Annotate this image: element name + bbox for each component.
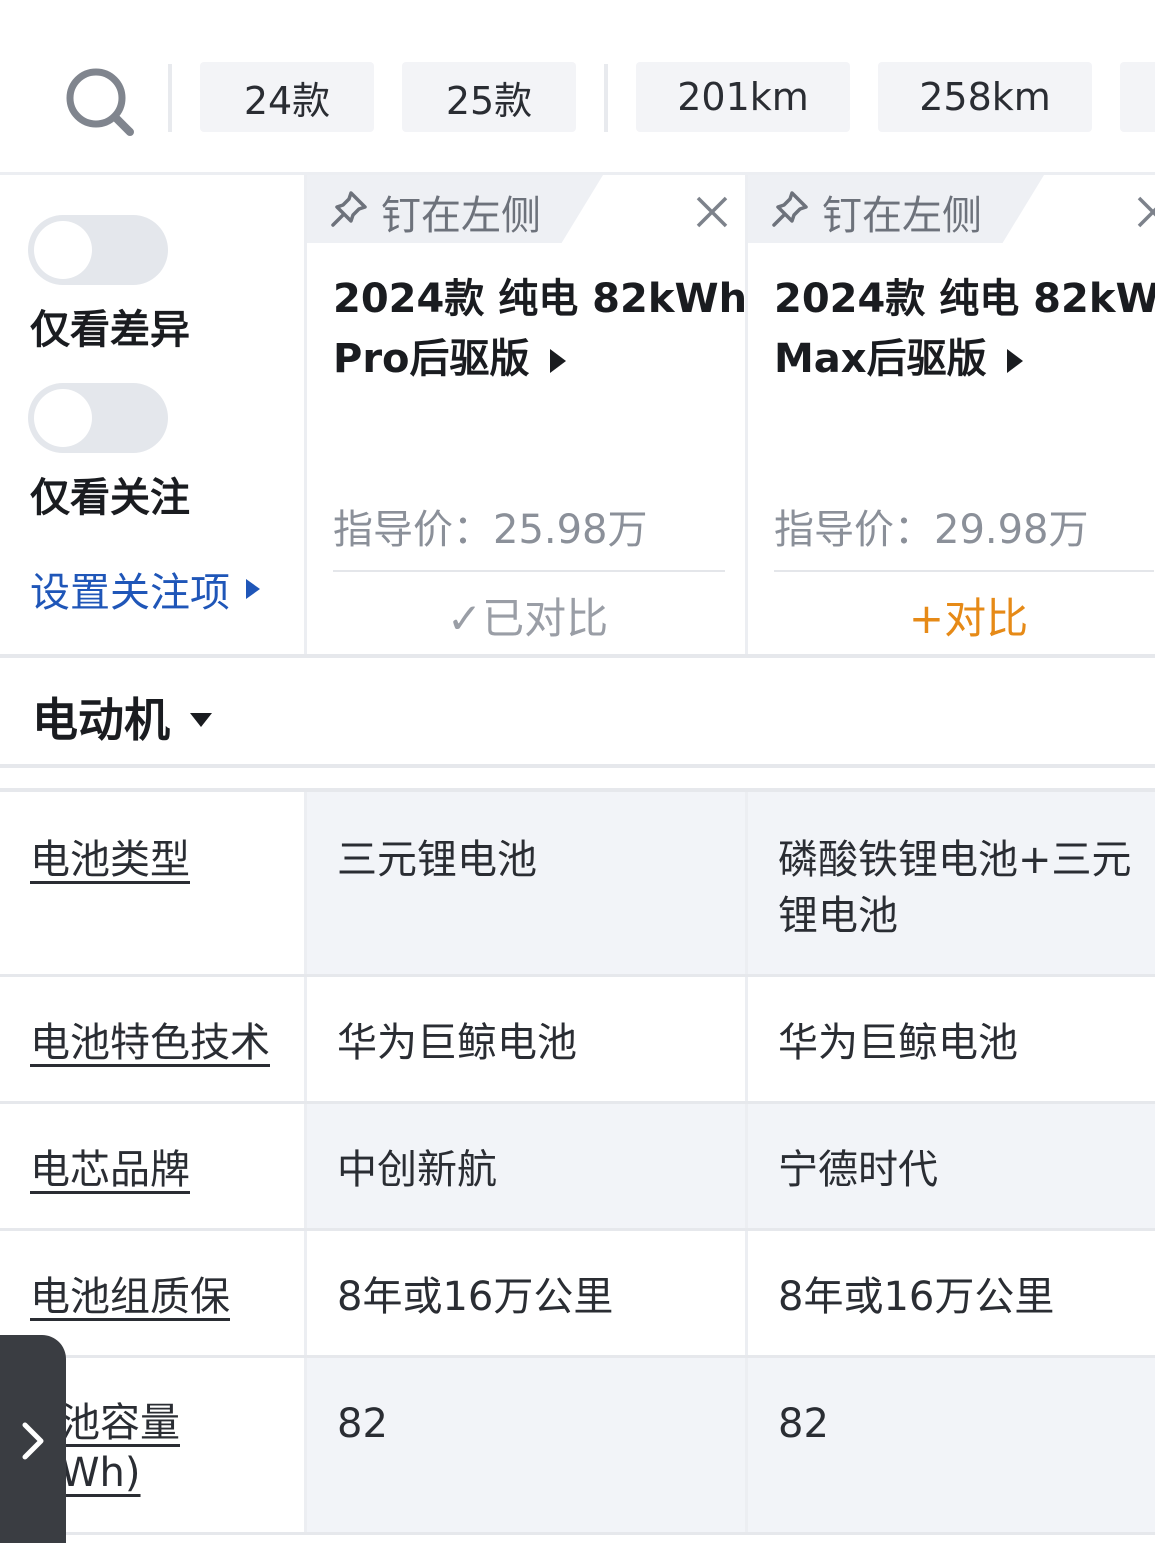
spec-label[interactable]: 电池组质保 (30, 1269, 230, 1325)
spec-cell: 8年或16万公里 (748, 1231, 1155, 1355)
spec-cell: 磷酸铁锂电池+三元锂电池 (748, 792, 1155, 974)
spec-label[interactable]: 电池特色技术 (30, 1015, 270, 1071)
filter-bar: 24款 25款 201km 258km (0, 0, 1155, 175)
guide-price: 指导价：29.98万 (774, 507, 1089, 553)
spec-value: 磷酸铁锂电池+三元锂电池 (778, 837, 1132, 939)
chevron-right-icon (22, 1422, 44, 1460)
pin-left-label: 钉在左侧 (822, 193, 982, 239)
guide-price: 指导价：25.98万 (333, 507, 648, 553)
filter-chip-partial[interactable] (1120, 62, 1155, 132)
compared-status[interactable]: ✓已对比 (307, 585, 745, 646)
car-column-2: 钉在左侧 2024款 纯电 82kWh Max后驱版 指导价：29.98万 +对… (748, 175, 1155, 654)
close-icon[interactable] (695, 195, 729, 229)
pin-icon (772, 191, 808, 227)
spec-cell: 华为巨鲸电池 (307, 977, 748, 1101)
table-row: 电池组质保 8年或16万公里 8年或16万公里 (0, 1231, 1155, 1358)
compare-header: 仅看差异 仅看关注 设置关注项 钉在左侧 2024款 纯电 82kWh Pro后… (0, 175, 1155, 658)
follow-only-label: 仅看关注 (30, 475, 190, 521)
car-name-line1: 2024款 纯电 82kWh (774, 276, 1155, 322)
car-name-link[interactable]: 2024款 纯电 82kWh Pro后驱版 (333, 269, 748, 389)
table-row: 电池类型 三元锂电池 磷酸铁锂电池+三元锂电池 (0, 792, 1155, 977)
table-row: 电池特色技术 华为巨鲸电池 华为巨鲸电池 (0, 977, 1155, 1104)
caret-right-icon (549, 349, 566, 373)
diff-only-toggle[interactable] (28, 215, 168, 285)
pin-left-label: 钉在左侧 (381, 193, 541, 239)
spec-cell: 三元锂电池 (307, 792, 748, 974)
spec-label-cell: 电芯品牌 (0, 1104, 307, 1228)
spec-value: 华为巨鲸电池 (778, 1020, 1018, 1066)
section-gap (0, 768, 1155, 792)
spec-cell: 华为巨鲸电池 (748, 977, 1155, 1101)
spec-value: 8年或16万公里 (337, 1274, 614, 1320)
car-name-line1: 2024款 纯电 82kWh (333, 276, 748, 322)
table-row: 池容量 Wh) 82 82 (0, 1358, 1155, 1535)
spec-cell: 中创新航 (307, 1104, 748, 1228)
follow-only-toggle[interactable] (28, 383, 168, 453)
spec-label[interactable]: 电池类型 (30, 832, 190, 888)
car-name-link[interactable]: 2024款 纯电 82kWh Max后驱版 (774, 269, 1155, 389)
spec-value: 三元锂电池 (337, 837, 537, 883)
divider (168, 64, 172, 132)
spec-label-cell: 电池特色技术 (0, 977, 307, 1101)
car-column-1: 钉在左侧 2024款 纯电 82kWh Pro后驱版 指导价：25.98万 ✓已… (307, 175, 748, 654)
spec-value: 82 (337, 1401, 388, 1447)
section-title: 电动机 (32, 693, 170, 747)
caret-down-icon (190, 713, 212, 727)
close-icon[interactable] (1136, 195, 1155, 229)
filter-options-panel: 仅看差异 仅看关注 设置关注项 (0, 175, 307, 654)
pin-left-button[interactable]: 钉在左侧 (307, 175, 603, 243)
car-name-line2: Max后驱版 (774, 336, 987, 382)
expand-sidebar-button[interactable] (0, 1335, 66, 1543)
spec-value: 宁德时代 (778, 1147, 938, 1193)
filter-chip-25[interactable]: 25款 (402, 62, 576, 132)
toggle-knob (34, 221, 92, 279)
filter-chip-201km[interactable]: 201km (636, 62, 850, 132)
section-header[interactable]: 电动机 (0, 658, 1155, 768)
spec-value: 华为巨鲸电池 (337, 1020, 577, 1066)
car-name-line2: Pro后驱版 (333, 336, 530, 382)
add-compare-button[interactable]: +对比 (748, 585, 1155, 646)
spec-label-cell: 电池类型 (0, 792, 307, 974)
caret-right-icon (246, 579, 260, 599)
pin-icon (331, 191, 367, 227)
spec-value: 8年或16万公里 (778, 1274, 1055, 1320)
search-icon[interactable] (64, 66, 134, 136)
spec-value: 中创新航 (337, 1147, 497, 1193)
divider (604, 64, 608, 132)
filter-chip-24[interactable]: 24款 (200, 62, 374, 132)
spec-cell: 宁德时代 (748, 1104, 1155, 1228)
set-follow-items-label: 设置关注项 (30, 570, 230, 616)
table-row: 电芯品牌 中创新航 宁德时代 (0, 1104, 1155, 1231)
spec-cell: 82 (748, 1358, 1155, 1532)
spec-label[interactable]: 池容量 Wh) (60, 1398, 180, 1498)
toggle-knob (34, 389, 92, 447)
divider (333, 570, 725, 572)
set-follow-items-link[interactable]: 设置关注项 (30, 560, 260, 618)
spec-cell: 82 (307, 1358, 748, 1532)
diff-only-label: 仅看差异 (30, 307, 190, 353)
spec-value: 82 (778, 1401, 829, 1447)
divider (774, 570, 1154, 572)
filter-chip-258km[interactable]: 258km (878, 62, 1092, 132)
caret-right-icon (1006, 349, 1023, 373)
spec-cell: 8年或16万公里 (307, 1231, 748, 1355)
pin-left-button[interactable]: 钉在左侧 (748, 175, 1044, 243)
spec-label[interactable]: 电芯品牌 (30, 1142, 190, 1198)
